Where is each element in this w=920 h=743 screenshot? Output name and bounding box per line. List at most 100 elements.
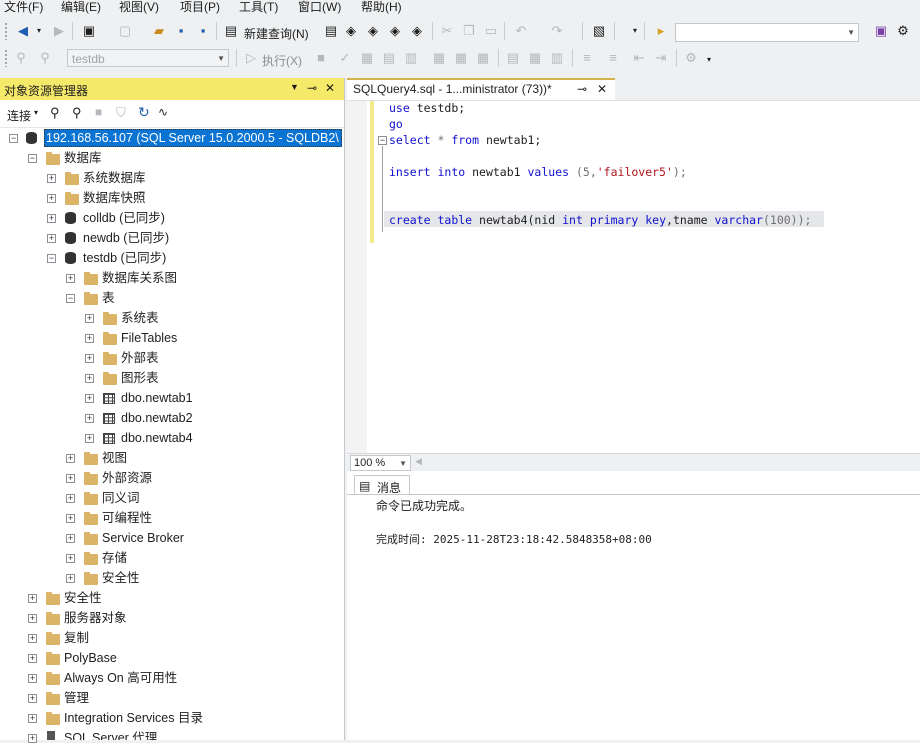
stop-icon[interactable]: ■ <box>312 50 330 66</box>
menu-edit[interactable]: 编辑(E) <box>61 0 101 14</box>
tree-node-storage[interactable]: 存储 <box>102 548 127 568</box>
expand-icon[interactable]: + <box>66 454 75 463</box>
menu-tools[interactable]: 工具(T) <box>239 0 278 14</box>
tree-node-integration-services[interactable]: Integration Services 目录 <box>64 708 203 728</box>
pin-icon[interactable]: ⊸ <box>307 81 317 95</box>
refresh-icon[interactable]: ↻ <box>138 104 150 121</box>
expand-icon[interactable]: + <box>85 414 94 423</box>
collapse-icon[interactable]: − <box>9 134 18 143</box>
tree-node-colldb[interactable]: colldb (已同步) <box>83 208 165 228</box>
messages-tab[interactable]: ▤ 消息 <box>354 475 410 495</box>
expand-icon[interactable]: + <box>85 334 94 343</box>
tree-node-management[interactable]: 管理 <box>64 688 89 708</box>
expand-icon[interactable]: + <box>47 214 56 223</box>
properties-icon[interactable]: ⚙ <box>894 23 912 39</box>
results-file-icon[interactable]: ▥ <box>548 50 566 66</box>
toolbar-options-icon[interactable]: ▾ <box>700 52 718 68</box>
expand-icon[interactable]: + <box>66 554 75 563</box>
tree-node-diagrams[interactable]: 数据库关系图 <box>102 268 177 288</box>
connect-button[interactable]: 连接 <box>7 107 31 124</box>
menu-help[interactable]: 帮助(H) <box>361 0 402 14</box>
expand-icon[interactable]: + <box>85 354 94 363</box>
tree-node-graph-tables[interactable]: 图形表 <box>121 368 159 388</box>
menu-file[interactable]: 文件(F) <box>4 0 43 14</box>
tree-node-tables[interactable]: 表 <box>102 288 115 308</box>
collapse-icon[interactable]: − <box>28 154 37 163</box>
display-plan-icon[interactable]: ▦ <box>358 50 376 66</box>
connect-dropdown-icon[interactable]: ▾ <box>34 108 38 117</box>
tree-node-filetables[interactable]: FileTables <box>121 328 177 348</box>
menu-view[interactable]: 视图(V) <box>119 0 159 14</box>
tree-node-polybase[interactable]: PolyBase <box>64 648 117 668</box>
tree-node-programmability[interactable]: 可编程性 <box>102 508 152 528</box>
execute-icon[interactable]: ▷ <box>242 50 260 66</box>
activity-monitor-icon[interactable]: ▧ <box>590 23 608 39</box>
tree-node-external-tables[interactable]: 外部表 <box>121 348 159 368</box>
expand-icon[interactable]: + <box>28 714 37 723</box>
database-selector[interactable]: testdb ▼ <box>67 49 229 67</box>
connect-plug-icon[interactable]: ⚲ <box>50 105 60 121</box>
expand-icon[interactable]: + <box>28 594 37 603</box>
query-db-icon[interactable]: ▤ <box>322 23 340 39</box>
tree-node-external-resources[interactable]: 外部资源 <box>102 468 152 488</box>
toolbar-grip[interactable] <box>4 49 8 67</box>
expand-icon[interactable]: + <box>66 494 75 503</box>
cut-icon[interactable]: ✂ <box>438 23 456 39</box>
expand-icon[interactable]: + <box>47 194 56 203</box>
connect-icon[interactable]: ⚲ <box>12 50 30 66</box>
query-tab[interactable]: SQLQuery4.sql - 1...ministrator (73))* ⊸… <box>347 78 615 100</box>
tree-node-synonyms[interactable]: 同义词 <box>102 488 140 508</box>
tree-node-service-broker[interactable]: Service Broker <box>102 528 184 548</box>
toolbar-grip[interactable] <box>4 22 8 40</box>
include-plan-icon[interactable]: ▦ <box>430 50 448 66</box>
disconnect-icon[interactable]: ⚲ <box>72 105 82 121</box>
expand-icon[interactable]: + <box>47 234 56 243</box>
server-node[interactable]: 192.168.56.107 (SQL Server 15.0.2000.5 -… <box>44 129 342 147</box>
specify-values-icon[interactable]: ⚙ <box>682 50 700 66</box>
expand-icon[interactable]: + <box>66 274 75 283</box>
activity-icon[interactable]: ∿ <box>158 105 168 119</box>
panel-menu-icon[interactable]: ▼ <box>290 82 299 92</box>
dax-query-icon[interactable]: ◈ <box>408 23 426 39</box>
tree-node-databases[interactable]: 数据库 <box>64 148 102 168</box>
find-icon[interactable]: ▸ <box>652 23 670 39</box>
change-connection-icon[interactable]: ⚲ <box>36 50 54 66</box>
dmx-query-icon[interactable]: ◈ <box>364 23 382 39</box>
expand-icon[interactable]: + <box>28 654 37 663</box>
menu-window[interactable]: 窗口(W) <box>298 0 341 14</box>
client-stats-icon[interactable]: ▦ <box>474 50 492 66</box>
decrease-indent-icon[interactable]: ⇤ <box>630 50 648 66</box>
solution-config-dropdown-icon[interactable]: ▾ <box>626 23 644 39</box>
tree-node-views[interactable]: 视图 <box>102 448 127 468</box>
expand-icon[interactable]: + <box>85 394 94 403</box>
expand-icon[interactable]: + <box>28 674 37 683</box>
outline-collapse-icon[interactable]: − <box>378 136 387 145</box>
stop-icon[interactable]: ■ <box>95 105 102 119</box>
new-query-icon[interactable]: ▤ <box>222 23 240 39</box>
tree-node-server-objects[interactable]: 服务器对象 <box>64 608 127 628</box>
expand-icon[interactable]: + <box>66 534 75 543</box>
tree-node-security[interactable]: 安全性 <box>64 588 102 608</box>
expand-icon[interactable]: + <box>66 514 75 523</box>
parse-icon[interactable]: ✓ <box>336 50 354 66</box>
collapse-icon[interactable]: − <box>66 294 75 303</box>
tree-node-snapshots[interactable]: 数据库快照 <box>83 188 146 208</box>
pin-icon[interactable]: ⊸ <box>577 82 587 96</box>
expand-icon[interactable]: + <box>85 434 94 443</box>
live-stats-icon[interactable]: ▦ <box>452 50 470 66</box>
zoom-combo[interactable]: 100 % ▼ <box>350 455 411 471</box>
filter-icon[interactable]: ⛉ <box>116 105 126 121</box>
copy-icon[interactable]: ❐ <box>460 23 478 39</box>
expand-icon[interactable]: + <box>28 614 37 623</box>
expand-icon[interactable]: + <box>28 694 37 703</box>
dropdown-icon[interactable]: ▾ <box>30 23 48 39</box>
new-project-icon[interactable]: ▣ <box>80 23 98 39</box>
results-grid-icon[interactable]: ▦ <box>526 50 544 66</box>
save-icon[interactable]: ▪ <box>172 23 190 39</box>
tree-node-newtab1[interactable]: dbo.newtab1 <box>121 388 193 408</box>
expand-icon[interactable]: + <box>85 374 94 383</box>
code-editor[interactable] <box>347 100 920 454</box>
save-all-icon[interactable]: ▪ <box>194 23 212 39</box>
expand-icon[interactable]: + <box>47 174 56 183</box>
paste-icon[interactable]: ▭ <box>482 23 500 39</box>
